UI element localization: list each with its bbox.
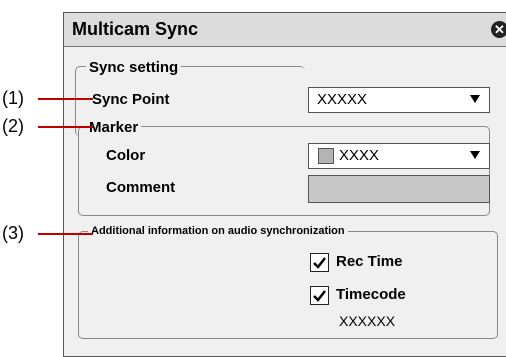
leader-line-2 (38, 126, 93, 128)
color-swatch (318, 148, 334, 164)
sync-point-label: Sync Point (92, 91, 170, 108)
rec-time-checkbox[interactable] (310, 253, 329, 272)
timecode-value: XXXXXX (339, 313, 396, 329)
timecode-label: Timecode (336, 286, 406, 303)
marker-color-value: XXXX (339, 147, 380, 164)
audio-sync-title: Additional information on audio synchron… (88, 225, 348, 237)
callout-2: (2) (2, 116, 24, 137)
multicam-sync-dialog: Multicam Sync ✕ Sync setting Sync Point … (63, 12, 506, 357)
callout-1: (1) (2, 88, 24, 109)
callout-3: (3) (2, 223, 24, 244)
marker-title: Marker (86, 119, 142, 136)
close-icon[interactable]: ✕ (491, 21, 506, 38)
comment-label: Comment (106, 179, 176, 196)
title-bar: Multicam Sync ✕ (64, 13, 506, 47)
marker-color-dropdown[interactable]: XXXX (308, 143, 490, 169)
chevron-down-icon (470, 95, 480, 103)
audio-sync-group (78, 231, 498, 339)
comment-field[interactable] (308, 175, 490, 203)
timecode-checkbox[interactable] (310, 286, 329, 305)
leader-line-3 (38, 233, 93, 235)
color-label: Color (106, 147, 146, 164)
chevron-down-icon (470, 151, 480, 159)
leader-line-1 (38, 98, 93, 100)
sync-setting-title: Sync setting (86, 59, 182, 76)
sync-point-dropdown[interactable]: XXXXX (308, 87, 490, 113)
sync-point-value: XXXXX (317, 91, 368, 108)
rec-time-label: Rec Time (336, 253, 403, 270)
dialog-title: Multicam Sync (72, 19, 199, 39)
